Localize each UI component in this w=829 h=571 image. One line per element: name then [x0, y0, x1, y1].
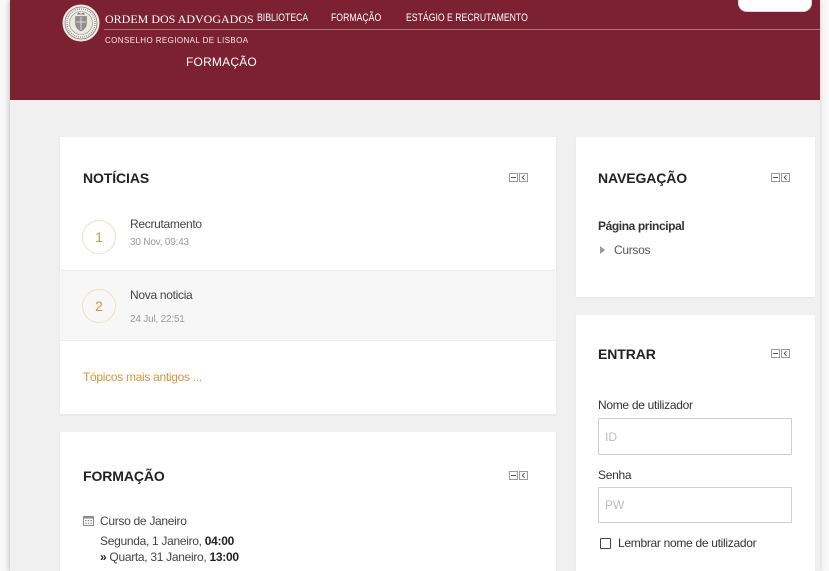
chevron-left-box-icon[interactable] — [781, 173, 790, 182]
event-start: Segunda, 1 Janeiro, 04:00 — [100, 534, 234, 548]
login-block: ENTRAR Nome de utilizador Senha Lembrar … — [576, 315, 815, 571]
chevron-left-box-icon[interactable] — [781, 349, 790, 358]
news-item-date: 30 Nov, 09:43 — [130, 237, 189, 248]
news-number-badge: 2 — [82, 289, 116, 323]
event-start-time: 04:00 — [204, 534, 235, 548]
nav-link-biblioteca[interactable]: BIBLIOTECA — [257, 12, 308, 25]
navigation-block: NAVEGAÇÃO Página principal Cursos — [576, 137, 815, 297]
block-actions — [509, 471, 528, 480]
event-end-time: 13:00 — [209, 550, 240, 564]
older-topics-link[interactable]: Tópicos mais antigos ... — [83, 370, 202, 384]
nav-item-cursos[interactable]: Cursos — [614, 243, 651, 257]
ordem-dos-advogados-seal-logo[interactable] — [62, 4, 100, 42]
news-number-badge: 1 — [82, 220, 116, 254]
minus-box-icon[interactable] — [509, 471, 518, 480]
event-end-date: Quarta, 31 Janeiro, — [109, 550, 207, 564]
chevron-left-box-icon[interactable] — [519, 471, 528, 480]
news-title: NOTÍCIAS — [83, 170, 150, 186]
seal-icon — [62, 4, 100, 42]
event-end-marker: » — [100, 550, 107, 564]
nav-link-estagio-recrutamento[interactable]: ESTÁGIO E RECRUTAMENTO — [406, 12, 528, 25]
event-end: » Quarta, 31 Janeiro, 13:00 — [100, 550, 239, 564]
block-actions — [509, 173, 528, 182]
chevron-left-box-icon[interactable] — [519, 173, 528, 182]
list-item: 1 Recrutamento 30 Nov, 09:43 — [60, 207, 556, 270]
news-item-title[interactable]: Recrutamento — [130, 217, 202, 231]
event-link[interactable]: Curso de Janeiro — [100, 514, 187, 528]
site-name[interactable]: FORMAÇÃO — [186, 55, 257, 69]
navigation-title: NAVEGAÇÃO — [598, 170, 688, 186]
username-input[interactable] — [598, 418, 792, 455]
minus-box-icon[interactable] — [771, 349, 780, 358]
org-name[interactable]: ORDEM DOS ADVOGADOS — [105, 12, 254, 26]
news-item-title[interactable]: Nova noticia — [130, 288, 193, 302]
remember-username-label[interactable]: Lembrar nome de utilizador — [618, 536, 757, 550]
login-title: ENTRAR — [598, 346, 656, 362]
site-header: ORDEM DOS ADVOGADOS CONSELHO REGIONAL DE… — [10, 0, 820, 100]
training-title: FORMAÇÃO — [83, 468, 165, 484]
block-actions — [771, 173, 790, 182]
minus-box-icon[interactable] — [509, 173, 518, 182]
nav-link-formacao[interactable]: FORMAÇÃO — [331, 12, 381, 25]
event-start-date: Segunda, 1 Janeiro, — [100, 534, 202, 548]
training-block: FORMAÇÃO Curso de Janeiro Segunda, 1 Jan… — [60, 432, 556, 571]
news-item-date: 24 Jul, 22:51 — [130, 314, 185, 325]
block-actions — [771, 349, 790, 358]
list-item: 2 Nova noticia 24 Jul, 22:51 — [60, 270, 556, 341]
triangle-right-icon[interactable] — [600, 246, 605, 254]
nav-home-link[interactable]: Página principal — [598, 219, 685, 233]
username-label: Nome de utilizador — [598, 398, 693, 412]
header-top-right-button[interactable] — [738, 0, 812, 12]
calendar-icon — [83, 515, 94, 526]
org-subtitle: CONSELHO REGIONAL DE LISBOA — [105, 36, 249, 45]
calendar-event-title: Curso de Janeiro — [100, 514, 187, 528]
news-block: NOTÍCIAS 1 Recrutamento 30 Nov, 09:43 2 … — [60, 137, 556, 414]
remember-username-checkbox[interactable] — [600, 538, 611, 549]
header-divider — [104, 29, 820, 30]
password-input[interactable] — [598, 487, 792, 523]
minus-box-icon[interactable] — [771, 173, 780, 182]
password-label: Senha — [598, 468, 632, 482]
